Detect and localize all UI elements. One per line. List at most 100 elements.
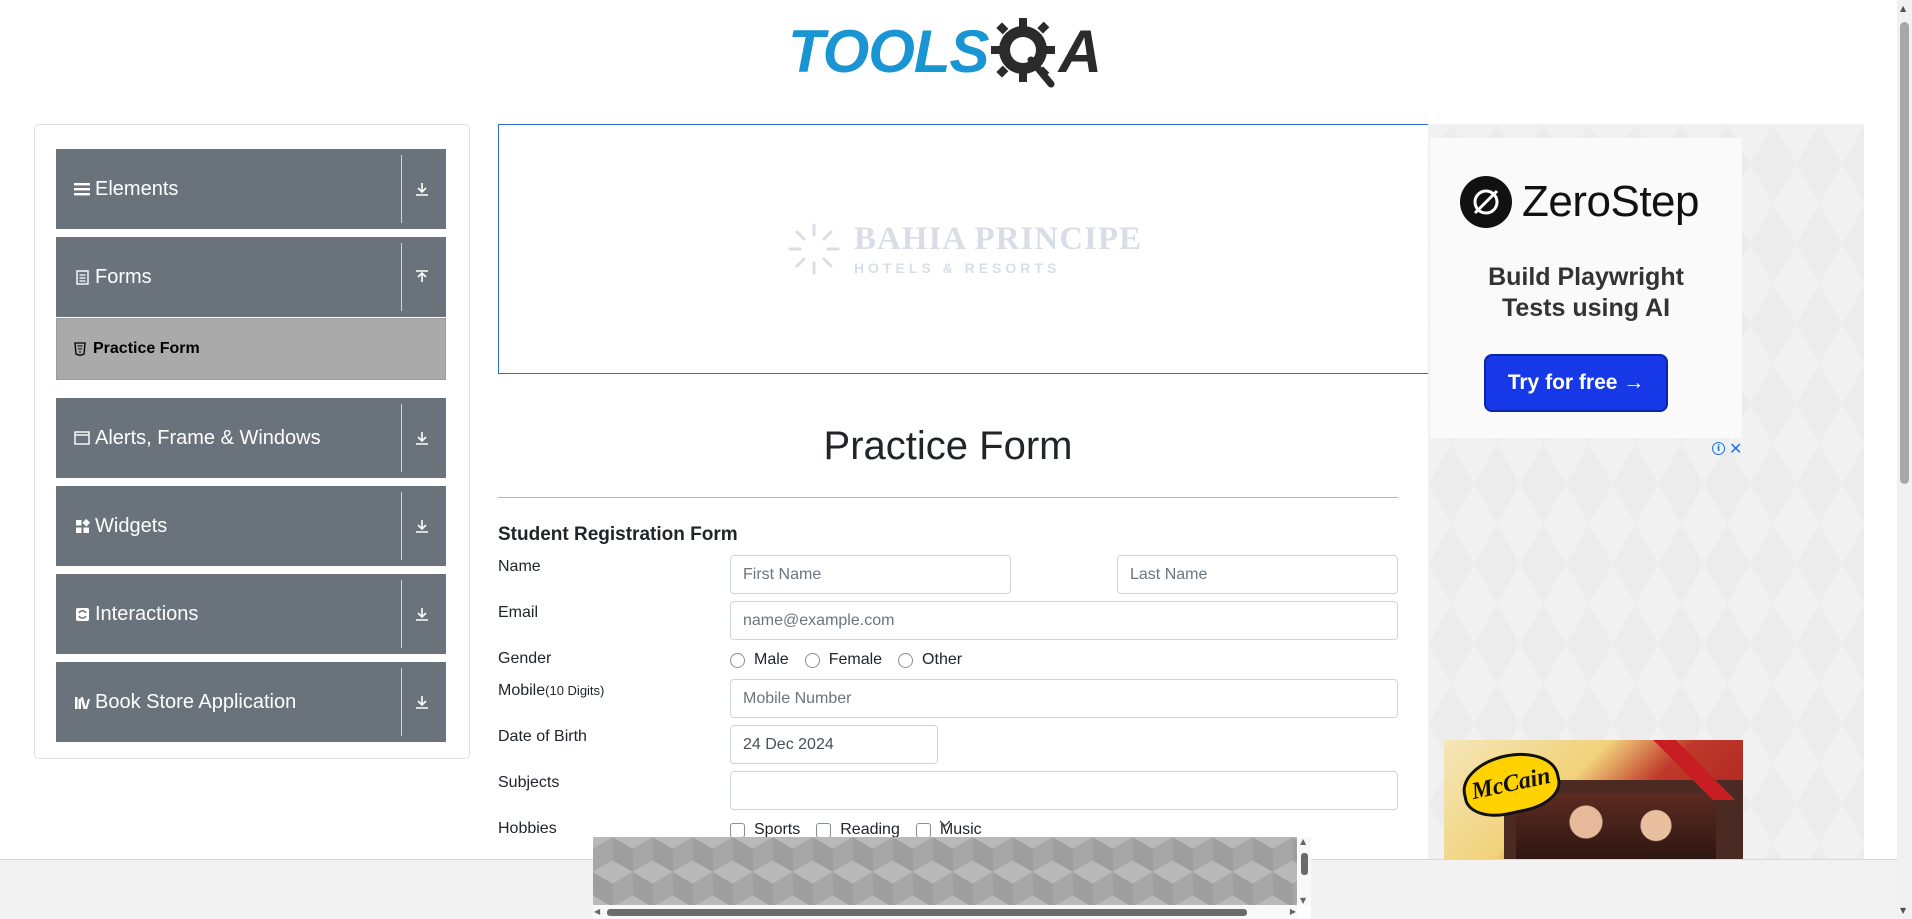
download-arrow-icon[interactable] — [408, 688, 436, 716]
date-of-birth-input[interactable]: 24 Dec 2024 — [730, 725, 938, 764]
books-icon — [73, 693, 91, 711]
email-label: Email — [498, 604, 539, 621]
title-divider — [498, 497, 1398, 498]
banner-subtitle: HOTELS & RESORTS — [853, 259, 1061, 276]
radio-button[interactable] — [730, 652, 745, 668]
ad-choices-top[interactable]: i ✕ — [1712, 439, 1742, 458]
left-sidebar: Elements Forms Practice Form Alerts, Fra… — [34, 124, 470, 759]
sidebar-group-label: Interactions — [95, 602, 199, 625]
subjects-input[interactable] — [730, 771, 1398, 810]
ad-horizontal-scrollbar[interactable]: ◀ ▶ — [593, 905, 1297, 919]
sidebar-group-label: Elements — [95, 177, 179, 200]
separator — [401, 155, 402, 223]
scroll-left-icon[interactable]: ◀ — [594, 907, 600, 916]
document-icon — [73, 268, 91, 286]
radio-button[interactable] — [804, 652, 820, 668]
radio-button[interactable] — [898, 652, 914, 668]
scroll-down-icon[interactable]: ▼ — [1300, 896, 1306, 905]
sidebar-group-label: Widgets — [95, 514, 168, 537]
scroll-thumb[interactable] — [607, 909, 1247, 916]
sidebar-item-label: Practice Form — [93, 340, 200, 357]
scroll-right-icon[interactable]: ▶ — [1290, 907, 1296, 916]
first-name-input[interactable]: First Name — [730, 555, 1011, 594]
bahia-principe-logo: BAHIA PRINCIPE HOTELS & RESORTS — [786, 221, 1142, 277]
sidebar-group-label: Forms — [95, 265, 152, 288]
mccain-ad[interactable]: McCain — [1444, 740, 1743, 859]
banner-ad[interactable]: BAHIA PRINCIPE HOTELS & RESORTS — [498, 124, 1429, 374]
gender-option-label: Female — [828, 651, 883, 668]
page-vertical-scrollbar[interactable]: ▲ ▼ — [1897, 0, 1912, 919]
chevron-down-icon[interactable] — [938, 817, 952, 831]
mccain-brand: McCain — [1469, 762, 1553, 805]
gender-option-label: Male — [754, 651, 789, 668]
checkbox[interactable] — [915, 822, 931, 838]
zerostep-tagline-line-1: Build Playwright — [1488, 263, 1684, 291]
separator — [401, 668, 402, 736]
scroll-thumb[interactable] — [1301, 853, 1308, 875]
html5-icon — [73, 342, 87, 356]
separator — [401, 243, 402, 311]
info-icon[interactable]: i — [1712, 442, 1725, 455]
interactions-icon — [73, 605, 91, 623]
last-name-input[interactable]: Last Name — [1117, 555, 1398, 594]
sun-icon — [788, 223, 840, 275]
sidebar-group-forms[interactable]: Forms — [56, 237, 446, 317]
scroll-thumb[interactable] — [1900, 22, 1909, 484]
bottom-ad-pattern[interactable] — [593, 837, 1297, 905]
form-heading: Student Registration Form — [498, 524, 738, 545]
zerostep-tagline-line-2: Tests using AI — [1501, 294, 1671, 322]
mobile-input[interactable]: Mobile Number — [730, 679, 1398, 718]
sidebar-group-elements[interactable]: Elements — [56, 149, 446, 229]
banner-brand: BAHIA PRINCIPE — [853, 220, 1143, 257]
close-icon[interactable]: ✕ — [1729, 439, 1742, 458]
logo-text: TOOLS — [788, 18, 990, 85]
sidebar-group-widgets[interactable]: Widgets — [56, 486, 446, 566]
sidebar-group-label: Book Store Application — [95, 690, 297, 713]
mobile-hint: (10 Digits) — [545, 683, 605, 698]
try-for-free-button[interactable]: Try for free → — [1484, 354, 1668, 412]
gender-label: Gender — [498, 650, 552, 667]
download-arrow-icon[interactable] — [408, 175, 436, 203]
gender-radio-group: Male Female Other — [730, 651, 978, 669]
widgets-icon — [73, 517, 91, 535]
scroll-up-icon[interactable]: ▲ — [1900, 4, 1906, 13]
sidebar-group-interactions[interactable]: Interactions — [56, 574, 446, 654]
upload-arrow-icon[interactable] — [408, 263, 436, 291]
scroll-up-icon[interactable]: ▲ — [1300, 837, 1306, 846]
subjects-label: Subjects — [498, 774, 560, 791]
mobile-label-text: Mobile — [498, 682, 546, 699]
gear-q-icon — [990, 18, 1055, 88]
hamburger-icon — [73, 180, 91, 198]
gender-option-label: Other — [922, 651, 963, 668]
email-input[interactable]: name@example.com — [730, 601, 1398, 640]
separator — [401, 404, 402, 472]
download-arrow-icon[interactable] — [408, 424, 436, 452]
gender-male-option[interactable]: Male — [730, 651, 789, 669]
scroll-down-icon[interactable]: ▼ — [1900, 906, 1906, 915]
ad-vertical-scrollbar[interactable]: ▲ ▼ — [1298, 837, 1311, 905]
sidebar-group-label: Alerts, Frame & Windows — [95, 426, 321, 449]
toolsqa-logo[interactable]: TOOLS A — [788, 14, 1102, 90]
checkbox[interactable] — [730, 822, 745, 838]
sidebar-group-alerts[interactable]: Alerts, Frame & Windows — [56, 398, 446, 478]
gender-female-option[interactable]: Female — [804, 651, 883, 669]
sidebar-item-practice-form[interactable]: Practice Form — [56, 318, 446, 380]
mobile-label: Mobile(10 Digits) — [498, 682, 604, 700]
download-arrow-icon[interactable] — [408, 512, 436, 540]
sidebar-group-book-store[interactable]: Book Store Application — [56, 662, 446, 742]
gender-other-option[interactable]: Other — [898, 651, 962, 669]
page-title: Practice Form — [823, 424, 1073, 468]
zerostep-ad[interactable]: ZeroStep Build Playwright Tests using AI… — [1430, 138, 1742, 438]
name-label: Name — [498, 558, 541, 575]
separator — [401, 580, 402, 648]
bottom-ad-frame[interactable]: ▲ ▼ ◀ ▶ — [593, 820, 1311, 919]
separator — [401, 492, 402, 560]
checkbox[interactable] — [816, 822, 832, 838]
window-icon — [73, 429, 91, 447]
download-arrow-icon[interactable] — [408, 600, 436, 628]
dob-label: Date of Birth — [498, 728, 587, 745]
hobbies-label: Hobbies — [498, 820, 557, 837]
zerostep-logo-icon — [1460, 176, 1512, 228]
ribbon-decoration — [1653, 740, 1743, 800]
zerostep-name: ZeroStep — [1522, 177, 1699, 226]
